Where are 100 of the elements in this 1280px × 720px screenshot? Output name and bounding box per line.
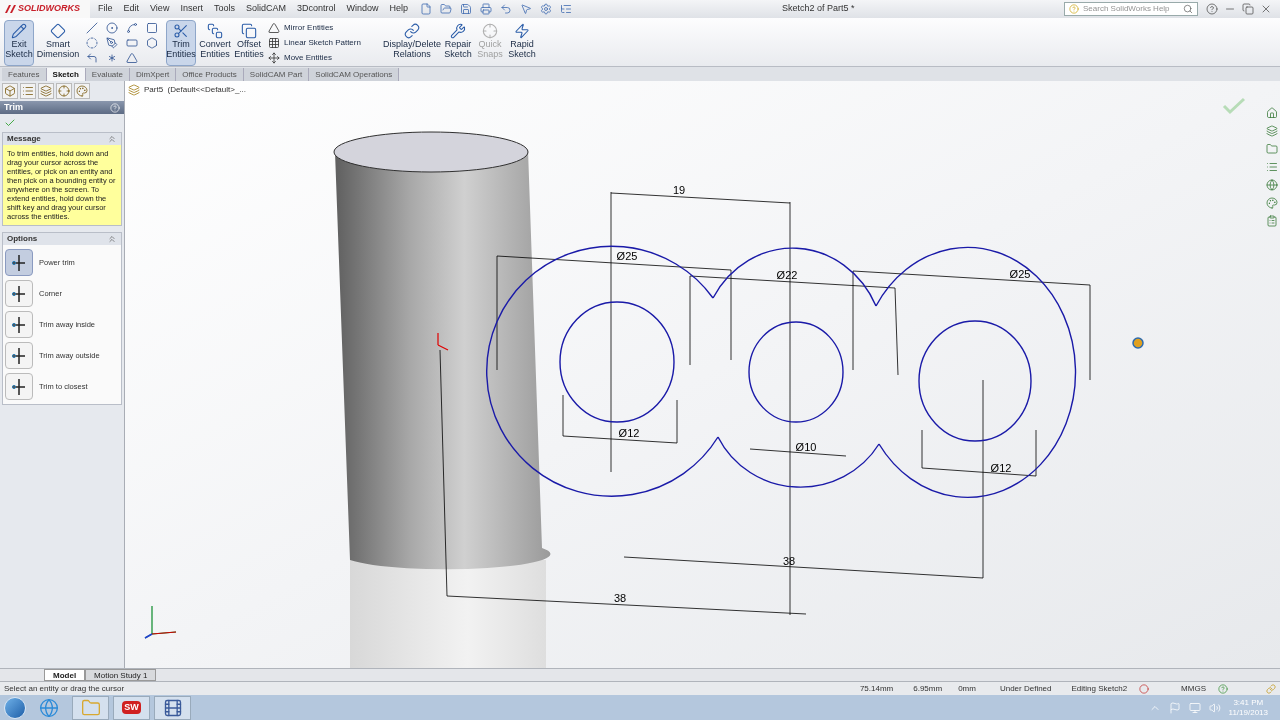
rectangle-icon[interactable] bbox=[146, 22, 158, 34]
menu-item[interactable]: File bbox=[98, 2, 113, 16]
tab[interactable]: Office Products bbox=[176, 68, 244, 81]
target-icon[interactable] bbox=[58, 85, 70, 97]
menu-item[interactable]: View bbox=[150, 2, 170, 16]
status-light-icon[interactable] bbox=[1139, 683, 1150, 694]
toolbar-button[interactable]: Smart Dimension bbox=[38, 20, 78, 66]
search-box[interactable]: Search SolidWorks Help bbox=[1064, 2, 1198, 16]
ok-icon[interactable] bbox=[4, 117, 16, 129]
toolbar-button[interactable]: Move Entities bbox=[268, 52, 380, 64]
globe-icon[interactable] bbox=[1266, 179, 1278, 191]
sketch-circle[interactable] bbox=[559, 301, 675, 423]
dimension-label[interactable]: Ø12 bbox=[990, 462, 1012, 474]
menu-item[interactable]: SolidCAM bbox=[245, 2, 286, 16]
tab[interactable]: DimXpert bbox=[129, 68, 177, 81]
toolbar-button[interactable]: Linear Sketch Pattern bbox=[268, 37, 380, 49]
tab[interactable]: Motion Study 1 bbox=[85, 669, 157, 681]
line-icon[interactable] bbox=[86, 22, 98, 34]
close-icon[interactable] bbox=[1260, 3, 1272, 15]
taskbar-app[interactable]: SW bbox=[113, 695, 150, 720]
collapse-icon[interactable] bbox=[107, 234, 117, 244]
list-icon[interactable] bbox=[1266, 161, 1278, 173]
pen-icon[interactable] bbox=[106, 37, 118, 49]
diamond-icon[interactable] bbox=[50, 23, 66, 39]
wrench-icon[interactable] bbox=[450, 23, 466, 39]
sketch-profile[interactable] bbox=[486, 245, 1077, 498]
part-icon[interactable] bbox=[128, 84, 140, 96]
pointer-icon[interactable] bbox=[520, 3, 532, 15]
toolbar-button[interactable]: Exit Sketch bbox=[4, 20, 34, 66]
dimension-label[interactable]: Ø25 bbox=[1009, 268, 1031, 280]
list-icon[interactable] bbox=[560, 3, 572, 15]
tab[interactable]: SolidCAM Part bbox=[243, 68, 310, 81]
triangle-icon[interactable] bbox=[268, 22, 280, 34]
collapse-icon[interactable] bbox=[107, 134, 117, 144]
menu-item[interactable]: 3Dcontrol bbox=[296, 2, 336, 16]
units-selector[interactable]: MMGS bbox=[1181, 682, 1206, 695]
graphics-area[interactable]: 19 Ø25 Ø22 Ø25 Ø12 Ø10 Ø12 38 38 Part5 (Default<<Default>_... bbox=[125, 81, 1280, 668]
menu-item[interactable]: Tools bbox=[213, 2, 235, 16]
undo-icon[interactable] bbox=[500, 3, 512, 15]
help-icon[interactable] bbox=[1206, 3, 1218, 15]
tab[interactable]: Sketch bbox=[46, 68, 86, 81]
tab[interactable]: Evaluate bbox=[85, 68, 130, 81]
home-icon[interactable] bbox=[1266, 107, 1278, 119]
palette-icon[interactable] bbox=[1266, 197, 1278, 209]
lightning-icon[interactable] bbox=[514, 23, 530, 39]
library-icon[interactable] bbox=[1266, 125, 1278, 137]
toolbar-button[interactable]: Mirror Entities bbox=[268, 22, 380, 34]
dimension-label[interactable]: 19 bbox=[672, 184, 686, 196]
new-file-icon[interactable] bbox=[420, 3, 432, 15]
menu-item[interactable]: Window bbox=[346, 2, 379, 16]
move-icon[interactable] bbox=[268, 52, 280, 64]
sketch-circle[interactable] bbox=[748, 321, 844, 423]
film-icon[interactable] bbox=[162, 697, 183, 718]
dimension-label[interactable]: Ø22 bbox=[776, 269, 798, 281]
appearance-icon[interactable] bbox=[76, 85, 88, 97]
browser-icon[interactable] bbox=[39, 697, 59, 718]
circle-icon[interactable] bbox=[106, 22, 118, 34]
offset-icon[interactable] bbox=[241, 23, 257, 39]
search-field[interactable]: Search SolidWorks Help bbox=[1083, 3, 1179, 15]
confirm-check-icon[interactable] bbox=[1222, 97, 1246, 115]
squares-icon[interactable] bbox=[207, 23, 223, 39]
taskbar-app[interactable] bbox=[154, 695, 191, 720]
toolbar-button[interactable]: Repair Sketch bbox=[444, 20, 472, 66]
toolbar-button[interactable]: Display/Delete Relations bbox=[384, 20, 440, 66]
search-icon[interactable] bbox=[1183, 4, 1193, 14]
fillet-icon[interactable] bbox=[86, 52, 98, 64]
dimension-label[interactable]: Ø10 bbox=[795, 441, 817, 453]
save-icon[interactable] bbox=[460, 3, 472, 15]
toolbar-button[interactable]: Rapid Sketch bbox=[508, 20, 536, 66]
options-icon[interactable] bbox=[540, 3, 552, 15]
toolbar-button[interactable]: Trim Entities bbox=[166, 20, 196, 66]
scissors-icon[interactable] bbox=[173, 23, 189, 39]
property-icon[interactable] bbox=[22, 85, 34, 97]
configuration-icon[interactable] bbox=[40, 85, 52, 97]
sketch-circle[interactable] bbox=[918, 320, 1032, 442]
tab[interactable]: Features bbox=[2, 68, 47, 81]
pencil-icon[interactable] bbox=[11, 23, 27, 39]
clipboard-icon[interactable] bbox=[1266, 215, 1278, 227]
start-button[interactable] bbox=[4, 696, 26, 719]
folder-icon[interactable] bbox=[1266, 143, 1278, 155]
dimension-label[interactable]: Ø25 bbox=[616, 250, 638, 262]
slot-icon[interactable] bbox=[126, 37, 138, 49]
tab[interactable]: Model bbox=[44, 669, 86, 681]
grid-icon[interactable] bbox=[268, 37, 280, 49]
toolbar-button[interactable]: Offset Entities bbox=[234, 20, 264, 66]
restore-icon[interactable] bbox=[1242, 3, 1254, 15]
help-icon[interactable] bbox=[1218, 683, 1228, 694]
polygon-icon[interactable] bbox=[146, 37, 158, 49]
toolbar-button[interactable]: Convert Entities bbox=[200, 20, 230, 66]
print-icon[interactable] bbox=[480, 3, 492, 15]
menu-item[interactable]: Help bbox=[389, 2, 408, 16]
point-icon[interactable] bbox=[106, 52, 118, 64]
part-icon[interactable] bbox=[4, 85, 16, 97]
tab[interactable]: SolidCAM Operations bbox=[309, 68, 400, 81]
dashed-circle-icon[interactable] bbox=[86, 37, 98, 49]
menu-item[interactable]: Edit bbox=[123, 2, 140, 16]
link-icon[interactable] bbox=[404, 23, 420, 39]
open-folder-icon[interactable] bbox=[440, 3, 452, 15]
dimension-label[interactable]: Ø12 bbox=[618, 427, 640, 439]
spline-icon[interactable] bbox=[126, 22, 138, 34]
